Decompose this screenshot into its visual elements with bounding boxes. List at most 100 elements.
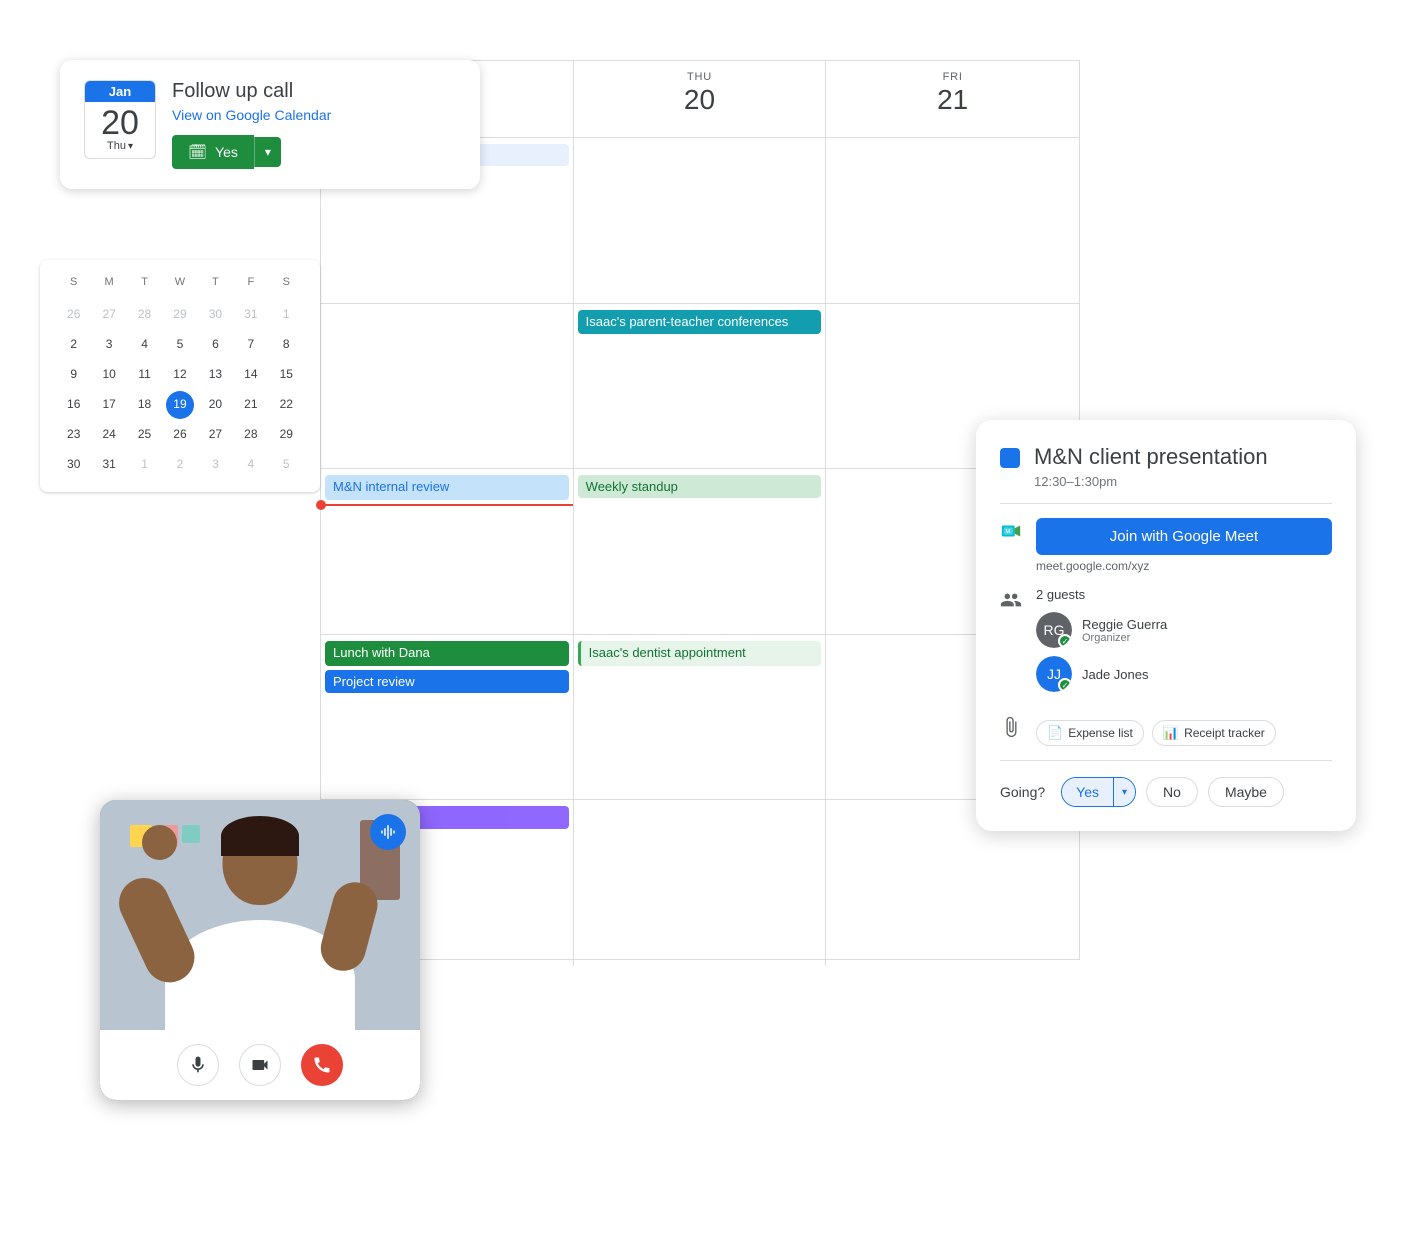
person-hair xyxy=(221,816,299,856)
event-detail-card: M&N client presentation 12:30–1:30pm M J… xyxy=(976,420,1356,831)
microphone-icon xyxy=(188,1055,208,1075)
receipt-tracker-chip[interactable]: 📊 Receipt tracker xyxy=(1152,720,1276,746)
mini-day-17[interactable]: 17 xyxy=(95,391,123,419)
going-no-button[interactable]: No xyxy=(1146,777,1198,807)
event-dentist[interactable]: Isaac's dentist appointment xyxy=(578,641,822,666)
mini-day-15[interactable]: 15 xyxy=(272,361,300,389)
event-lunch-dana[interactable]: Lunch with Dana xyxy=(325,641,569,666)
mini-day-5[interactable]: 5 xyxy=(166,331,194,359)
mini-day-14[interactable]: 14 xyxy=(237,361,265,389)
mini-day-26b[interactable]: 26 xyxy=(166,421,194,449)
table-icon: 🗓 xyxy=(188,143,207,161)
rsvp-dropdown-button[interactable]: ▾ xyxy=(254,137,281,167)
mini-day-31a[interactable]: 31 xyxy=(237,301,265,329)
mini-day-20[interactable]: 20 xyxy=(201,391,229,419)
mini-day-26a[interactable]: 26 xyxy=(60,301,88,329)
mini-header-w: W xyxy=(162,272,197,292)
going-label: Going? xyxy=(1000,784,1045,800)
mini-day-5b[interactable]: 5 xyxy=(272,451,300,479)
mini-day-29a[interactable]: 29 xyxy=(166,301,194,329)
end-call-button[interactable] xyxy=(301,1044,343,1086)
thu-num: 20 xyxy=(574,83,826,117)
mini-day-13[interactable]: 13 xyxy=(201,361,229,389)
cal-day-fri: FRI 21 xyxy=(826,61,1079,137)
mini-day-28a[interactable]: 28 xyxy=(131,301,159,329)
mini-day-30a[interactable]: 30 xyxy=(201,301,229,329)
event-color-indicator xyxy=(1000,448,1020,468)
guest-row-2: JJ ✓ Jade Jones xyxy=(1036,656,1332,692)
guest-name-2: Jade Jones xyxy=(1082,667,1149,682)
mini-day-21[interactable]: 21 xyxy=(237,391,265,419)
meet-link: meet.google.com/xyz xyxy=(1036,559,1332,573)
mini-day-3[interactable]: 3 xyxy=(95,331,123,359)
mini-day-4[interactable]: 4 xyxy=(131,331,159,359)
videocam-icon xyxy=(250,1055,270,1075)
event-project-review[interactable]: Project review xyxy=(325,670,569,693)
view-on-calendar-link[interactable]: View on Google Calendar xyxy=(172,107,456,123)
mini-day-10[interactable]: 10 xyxy=(95,361,123,389)
cal-icon-day: 20 xyxy=(85,102,155,140)
going-maybe-button[interactable]: Maybe xyxy=(1208,777,1284,807)
event-parent-teacher[interactable]: Isaac's parent-teacher conferences xyxy=(578,310,822,335)
mini-day-2b[interactable]: 2 xyxy=(166,451,194,479)
rsvp-yes-button[interactable]: 🗓 Yes xyxy=(172,135,254,169)
guest-row-1: RG ✓ Reggie Guerra Organizer xyxy=(1036,612,1332,648)
mini-day-19[interactable]: 19 xyxy=(166,391,194,419)
mini-cal-days-header: S M T W T F S xyxy=(56,272,304,292)
event-detail-info: M&N client presentation 12:30–1:30pm xyxy=(1034,444,1268,489)
mini-header-s1: S xyxy=(56,272,91,292)
attachments-row-container: 📄 Expense list 📊 Receipt tracker xyxy=(1000,714,1332,746)
mini-day-9[interactable]: 9 xyxy=(60,361,88,389)
mini-day-27a[interactable]: 27 xyxy=(95,301,123,329)
expense-list-label: Expense list xyxy=(1068,726,1133,740)
mini-day-1a[interactable]: 1 xyxy=(272,301,300,329)
mini-day-27b[interactable]: 27 xyxy=(201,421,229,449)
going-yes-button[interactable]: Yes xyxy=(1062,778,1113,806)
person-arm-left xyxy=(111,870,203,991)
cal-cell-thu-5 xyxy=(574,800,827,966)
mini-day-4b[interactable]: 4 xyxy=(237,451,265,479)
event-weekly-standup[interactable]: Weekly standup xyxy=(578,475,822,498)
doc-icon: 📄 xyxy=(1047,725,1063,741)
mini-day-29b[interactable]: 29 xyxy=(272,421,300,449)
calendar-body: ✓ Submit reimburs Isaac's parent-teacher… xyxy=(321,138,1079,966)
microphone-button[interactable] xyxy=(177,1044,219,1086)
mini-day-22[interactable]: 22 xyxy=(272,391,300,419)
mini-day-30[interactable]: 30 xyxy=(60,451,88,479)
receipt-tracker-label: Receipt tracker xyxy=(1184,726,1265,740)
mini-day-8[interactable]: 8 xyxy=(272,331,300,359)
cal-row-2: Isaac's parent-teacher conferences xyxy=(321,304,1079,470)
mini-header-t2: T xyxy=(198,272,233,292)
mini-day-28b[interactable]: 28 xyxy=(237,421,265,449)
mini-day-12[interactable]: 12 xyxy=(166,361,194,389)
attachment-icon xyxy=(1000,716,1022,738)
expense-list-chip[interactable]: 📄 Expense list xyxy=(1036,720,1144,746)
mini-day-16[interactable]: 16 xyxy=(60,391,88,419)
follow-up-card: Jan 20 Thu Follow up call View on Google… xyxy=(60,60,480,189)
thu-name: THU xyxy=(574,71,826,83)
event-detail-title: M&N client presentation xyxy=(1034,444,1268,470)
join-meet-button[interactable]: Join with Google Meet xyxy=(1036,518,1332,555)
svg-text:M: M xyxy=(1006,529,1011,535)
mini-day-7[interactable]: 7 xyxy=(237,331,265,359)
guest-avatar-2: JJ ✓ xyxy=(1036,656,1072,692)
mini-header-s2: S xyxy=(269,272,304,292)
guests-row: 2 guests RG ✓ Reggie Guerra Organizer JJ… xyxy=(1000,587,1332,700)
mini-day-11[interactable]: 11 xyxy=(131,361,159,389)
event-detail-header: M&N client presentation 12:30–1:30pm xyxy=(1000,444,1332,489)
mini-day-24[interactable]: 24 xyxy=(95,421,123,449)
rsvp-button-group: 🗓 Yes ▾ xyxy=(172,135,456,169)
mini-day-1b[interactable]: 1 xyxy=(131,451,159,479)
mini-day-31b[interactable]: 31 xyxy=(95,451,123,479)
video-toggle-button[interactable] xyxy=(239,1044,281,1086)
mini-day-3b[interactable]: 3 xyxy=(201,451,229,479)
mini-day-18[interactable]: 18 xyxy=(131,391,159,419)
event-mn-internal[interactable]: M&N internal review xyxy=(325,475,569,500)
mini-day-23[interactable]: 23 xyxy=(60,421,88,449)
calendar-icon: Jan 20 Thu xyxy=(84,80,156,159)
mini-day-6[interactable]: 6 xyxy=(201,331,229,359)
mini-day-2[interactable]: 2 xyxy=(60,331,88,359)
mini-day-25[interactable]: 25 xyxy=(131,421,159,449)
attachments-chips: 📄 Expense list 📊 Receipt tracker xyxy=(1036,720,1276,746)
going-yes-dropdown[interactable]: ▾ xyxy=(1113,778,1135,806)
